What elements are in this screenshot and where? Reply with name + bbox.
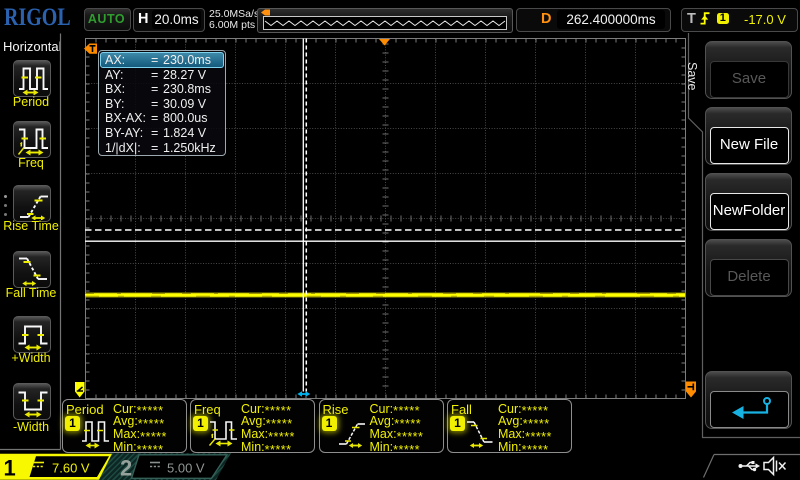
svg-text:Save: Save — [685, 62, 699, 91]
svg-text:1: 1 — [4, 456, 16, 480]
svg-text:7.60 V: 7.60 V — [52, 461, 90, 476]
svg-text:2: 2 — [120, 456, 132, 480]
svg-text:5.00 V: 5.00 V — [167, 461, 205, 476]
